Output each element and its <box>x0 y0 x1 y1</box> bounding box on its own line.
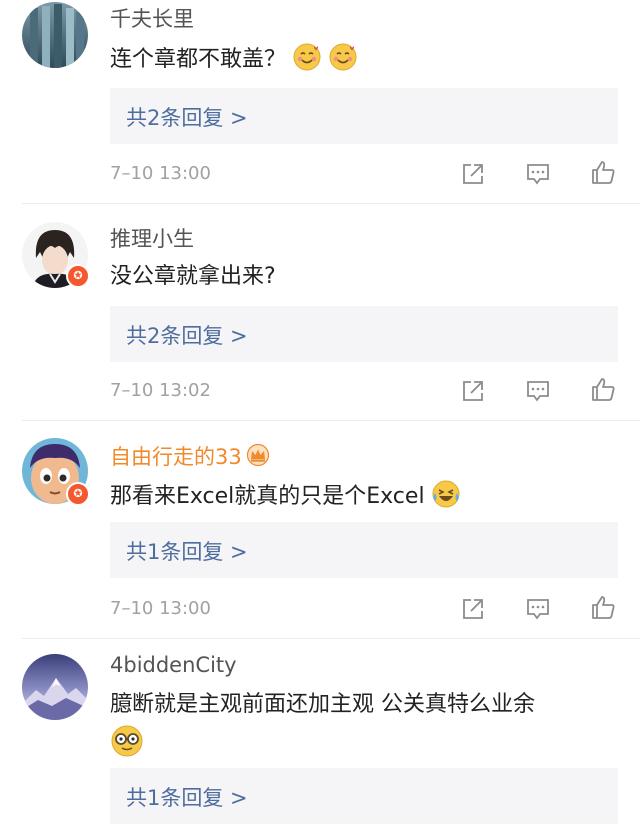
smiling-face-with-hearts-icon <box>328 42 358 81</box>
comment-item: ✪ 推理小生 没公章就拿出来? 共2条回复 > 7–10 13:02 <box>0 218 640 422</box>
verified-badge: ✪ <box>66 264 90 288</box>
verified-badge: ✪ <box>66 482 90 506</box>
avatar[interactable] <box>22 2 88 68</box>
comment-icon[interactable] <box>524 377 552 405</box>
like-icon[interactable] <box>589 375 617 403</box>
username[interactable]: 4biddenCity <box>110 653 237 677</box>
like-icon[interactable] <box>589 158 617 186</box>
comment-item: 千夫长里 连个章都不敢盖？ 共2条回复 > 7–10 13:00 <box>0 0 640 204</box>
comment-item: 4biddenCity 臆断就是主观前面还加主观 公关真特么业余 共1条回复 > <box>0 652 640 834</box>
laughing-crying-icon <box>431 479 461 518</box>
comment-time: 7–10 13:00 <box>110 163 211 184</box>
divider <box>22 638 640 639</box>
comment-text-body: 连个章都不敢盖？ <box>110 47 287 72</box>
smiling-face-with-hearts-icon <box>292 42 322 81</box>
share-icon[interactable] <box>459 160 487 188</box>
share-icon[interactable] <box>459 377 487 405</box>
comment-text: 臆断就是主观前面还加主观 公关真特么业余 <box>110 692 535 717</box>
reply-summary-link[interactable]: 共1条回复 > <box>126 536 248 566</box>
comment-text: 连个章都不敢盖？ <box>110 42 358 81</box>
comment-icon[interactable] <box>524 160 552 188</box>
username[interactable]: 自由行走的33 <box>110 441 270 471</box>
nerd-face-glasses-icon <box>110 724 144 762</box>
divider <box>22 203 640 204</box>
comment-text-body: 那看来Excel就真的只是个Excel <box>110 484 425 509</box>
reply-summary-box[interactable]: 共2条回复 > <box>110 88 618 144</box>
comment-text: 那看来Excel就真的只是个Excel <box>110 479 461 518</box>
crown-vip-icon <box>246 443 270 471</box>
comment-text: 没公章就拿出来? <box>110 264 276 289</box>
reply-summary-link[interactable]: 共1条回复 > <box>126 782 248 812</box>
username-text: 自由行走的33 <box>110 445 242 469</box>
username[interactable]: 推理小生 <box>110 223 194 253</box>
reply-summary-link[interactable]: 共2条回复 > <box>126 102 248 132</box>
comment-time: 7–10 13:00 <box>110 598 211 619</box>
share-icon[interactable] <box>459 595 487 623</box>
reply-summary-box[interactable]: 共2条回复 > <box>110 306 618 362</box>
comment-item: ✪ 自由行走的33 那看来Excel就真的只是个Excel 共1条回复 > 7–… <box>0 436 640 640</box>
avatar[interactable] <box>22 654 88 720</box>
username[interactable]: 千夫长里 <box>110 3 194 33</box>
reply-summary-link[interactable]: 共2条回复 > <box>126 320 248 350</box>
reply-summary-box[interactable]: 共1条回复 > <box>110 768 618 824</box>
reply-summary-box[interactable]: 共1条回复 > <box>110 522 618 578</box>
comment-time: 7–10 13:02 <box>110 380 211 401</box>
comment-icon[interactable] <box>524 595 552 623</box>
like-icon[interactable] <box>589 593 617 621</box>
divider <box>22 420 640 421</box>
